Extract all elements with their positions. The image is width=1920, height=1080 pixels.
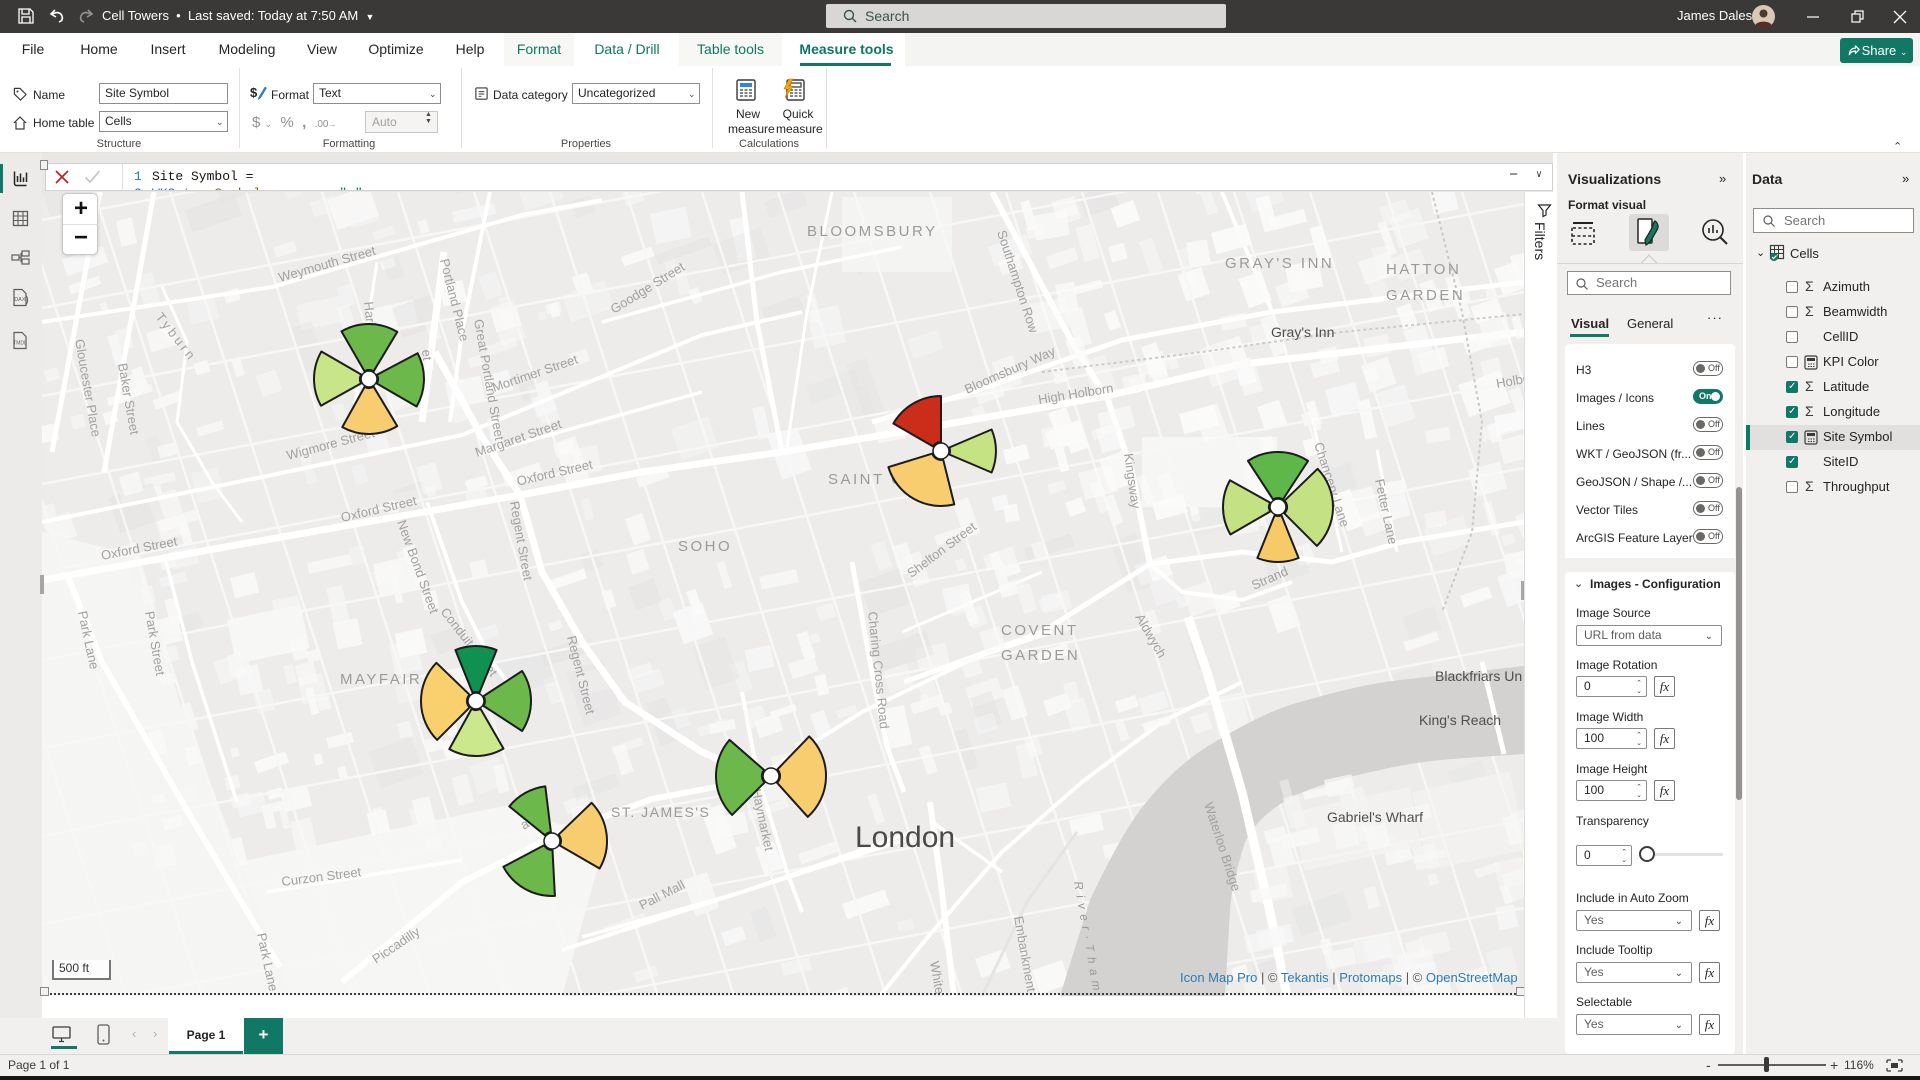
svg-text:TMDL: TMDL [13,341,27,347]
svg-text:London: London [855,821,955,854]
svg-text:ST. JAMES'S: ST. JAMES'S [611,804,710,820]
svg-text:Blackfriars Un: Blackfriars Un [1435,668,1522,684]
svg-text:COVENT: COVENT [1001,622,1079,639]
svg-text:BLOOMSBURY: BLOOMSBURY [807,223,938,240]
svg-text:Gray's Inn: Gray's Inn [1271,324,1334,340]
svg-text:DAX: DAX [14,297,26,303]
svg-text:King's Reach: King's Reach [1419,712,1501,728]
svg-text:GARDEN: GARDEN [1001,647,1080,664]
svg-text:GARDEN: GARDEN [1386,287,1465,304]
svg-text:SOHO: SOHO [678,538,732,555]
svg-text:Gabriel's Wharf: Gabriel's Wharf [1327,809,1423,825]
svg-text:HATTON: HATTON [1386,261,1461,278]
svg-text:GRAY'S INN: GRAY'S INN [1225,255,1334,272]
svg-text:MAYFAIR: MAYFAIR [340,671,422,688]
